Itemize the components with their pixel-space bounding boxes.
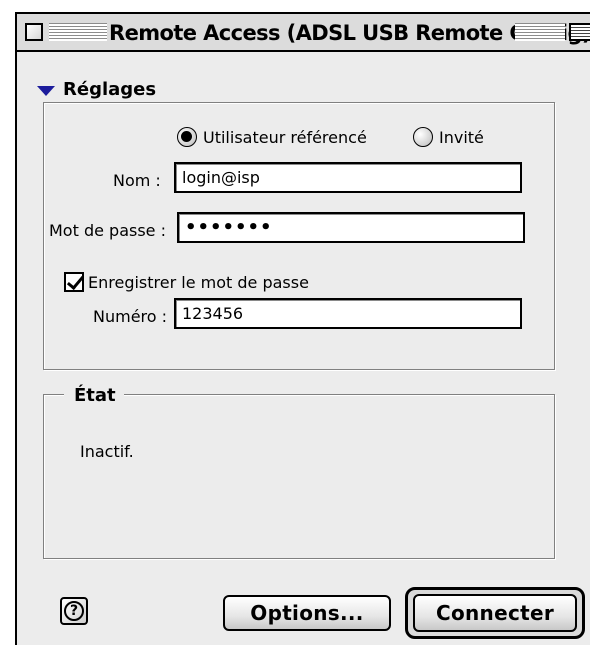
radio-unselected-icon[interactable] — [413, 127, 433, 147]
save-password-label: Enregistrer le mot de passe — [88, 272, 309, 292]
help-icon: ? — [64, 601, 84, 621]
radio-selected-icon[interactable] — [177, 127, 197, 147]
name-label: Nom : — [113, 171, 161, 190]
number-label: Numéro : — [93, 307, 168, 326]
remote-access-window: Remote Access (ADSL USB Remote Config) R… — [15, 12, 590, 645]
settings-disclosure[interactable]: Réglages — [37, 77, 156, 101]
close-box-icon[interactable] — [25, 23, 43, 41]
title-bar[interactable]: Remote Access (ADSL USB Remote Config) — [17, 14, 590, 52]
zoom-box-icon[interactable] — [569, 23, 590, 41]
registered-user-label: Utilisateur référencé — [203, 127, 367, 147]
number-field[interactable]: 123456 — [174, 298, 522, 329]
state-text: Inactif. — [80, 442, 134, 461]
title-bar-stripes-right — [515, 23, 565, 41]
window-title: Remote Access (ADSL USB Remote Config) — [109, 19, 590, 47]
state-group-title: État — [64, 384, 124, 408]
name-field[interactable]: login@isp — [174, 162, 522, 193]
help-button[interactable]: ? — [60, 597, 88, 625]
settings-section-label: Réglages — [63, 78, 157, 100]
password-field[interactable]: ••••••• — [177, 212, 525, 243]
guest-label: Invité — [439, 127, 484, 147]
connect-button[interactable]: Connecter — [413, 594, 577, 632]
options-button[interactable]: Options... — [223, 595, 391, 631]
checkbox-checked-icon[interactable] — [64, 272, 84, 292]
save-password-checkbox[interactable]: Enregistrer le mot de passe — [64, 272, 309, 292]
guest-radio[interactable]: Invité — [413, 127, 484, 147]
password-label: Mot de passe : — [49, 221, 166, 240]
registered-user-radio[interactable]: Utilisateur référencé — [177, 127, 367, 147]
title-bar-stripes-left — [49, 23, 107, 41]
disclosure-triangle-icon[interactable] — [37, 85, 55, 96]
state-group — [43, 394, 555, 559]
